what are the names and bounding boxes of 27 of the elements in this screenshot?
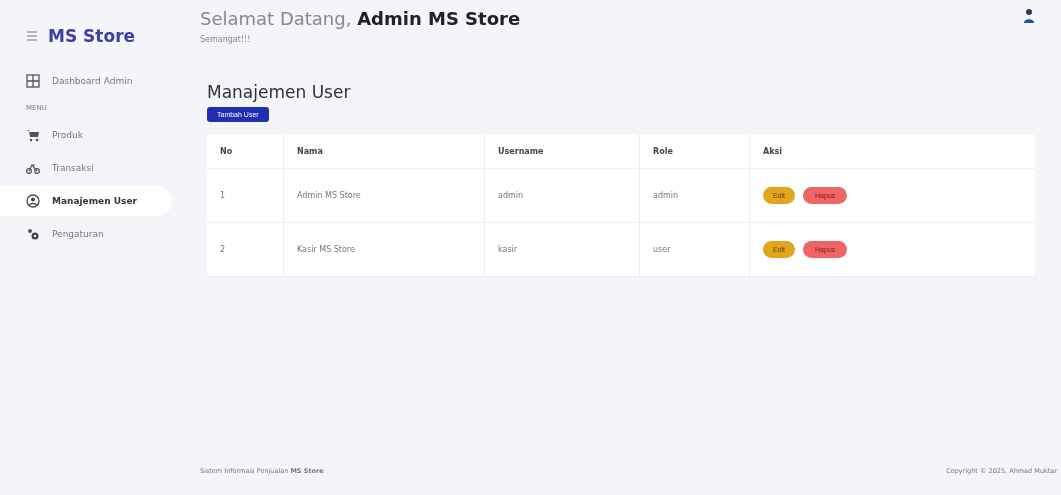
- cart-icon: [26, 128, 40, 142]
- page-title: Manajemen User: [207, 82, 352, 102]
- column-header: No: [207, 134, 284, 169]
- brand-name: MS Store: [48, 26, 136, 46]
- column-header: Aksi: [749, 134, 1035, 169]
- bicycle-icon: [26, 161, 40, 175]
- table-cell: admin: [484, 168, 640, 223]
- sidebar-item[interactable]: Manajemen User: [0, 186, 172, 216]
- sidebar-item[interactable]: Transaksi: [0, 153, 172, 183]
- sidebar-item[interactable]: Dashboard Admin: [0, 66, 172, 96]
- table-cell: Admin MS Store: [283, 168, 485, 223]
- table-cell: 2: [207, 222, 284, 277]
- table-cell: user: [639, 222, 750, 277]
- sidebar-item[interactable]: Produk: [0, 120, 172, 150]
- table-cell: Kasir MS Store: [283, 222, 485, 277]
- welcome-heading: Selamat Datang, Admin MS Store: [200, 8, 521, 29]
- column-header: Role: [639, 134, 750, 169]
- user-circle-icon: [26, 194, 40, 208]
- user-icon[interactable]: [1023, 8, 1035, 24]
- subtitle: Semangat!!!: [200, 35, 252, 44]
- column-header: Username: [484, 134, 640, 169]
- table-cell: admin: [639, 168, 750, 223]
- sidebar-item[interactable]: Pengaturan: [0, 219, 172, 249]
- column-header: Nama: [283, 134, 485, 169]
- table-cell: kasir: [484, 222, 640, 277]
- grid-icon: [26, 74, 40, 88]
- table-cell: 1: [207, 168, 284, 223]
